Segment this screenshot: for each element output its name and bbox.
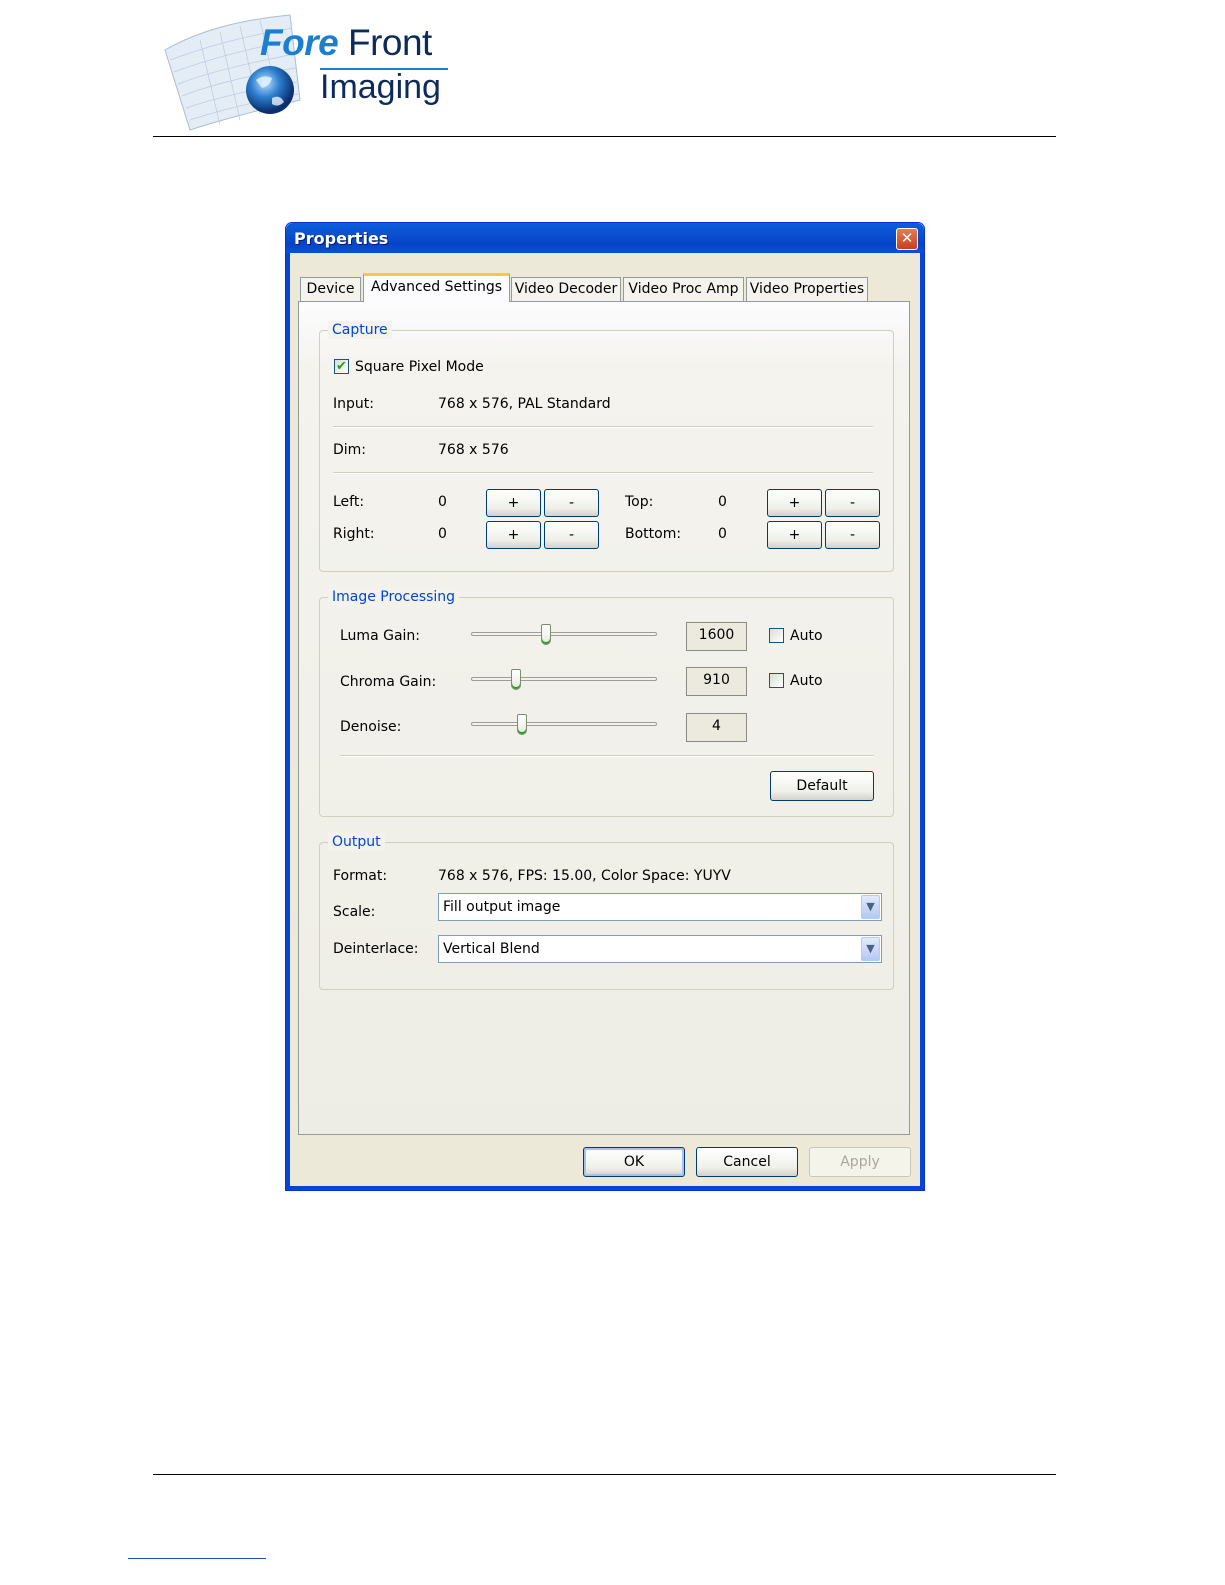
image-processing-separator	[340, 755, 874, 757]
bottom-label: Bottom:	[625, 526, 682, 542]
luma-auto-label: Auto	[790, 628, 823, 644]
right-decrease-button[interactable]: -	[544, 521, 599, 549]
scale-dropdown[interactable]: Fill output image ▼	[438, 893, 882, 921]
square-pixel-mode-checkbox[interactable]: ✔	[334, 359, 349, 374]
default-button[interactable]: Default	[770, 771, 874, 801]
top-increase-button[interactable]: +	[767, 489, 822, 517]
left-label: Left:	[333, 494, 365, 510]
luma-auto-checkbox[interactable]	[769, 628, 784, 643]
bottom-increase-button[interactable]: +	[767, 521, 822, 549]
output-group: Output Format: 768 x 576, FPS: 15.00, Co…	[319, 833, 894, 990]
image-processing-group: Image Processing Luma Gain: 1600 Auto Ch…	[319, 588, 894, 817]
capture-group-title: Capture	[328, 321, 392, 339]
denoise-value: 4	[686, 713, 747, 742]
dim-value: 768 x 576	[438, 442, 509, 458]
dim-label: Dim:	[333, 442, 367, 458]
chroma-gain-value: 910	[686, 667, 747, 696]
logo-word-imaging: Imaging	[320, 68, 441, 106]
forefront-imaging-logo: Fore Front Imaging	[160, 10, 460, 135]
right-increase-button[interactable]: +	[486, 521, 541, 549]
window-frame-right	[920, 253, 924, 1190]
footer-rule	[153, 1474, 1056, 1475]
capture-group: Capture ✔ Square Pixel Mode Input: 768 x…	[319, 321, 894, 572]
luma-gain-label: Luma Gain:	[340, 628, 421, 644]
close-icon: ✕	[900, 229, 914, 247]
top-decrease-button[interactable]: -	[825, 489, 880, 517]
capture-separator-2	[333, 472, 873, 474]
deinterlace-label: Deinterlace:	[333, 941, 419, 957]
tab-video-properties[interactable]: Video Properties	[746, 277, 868, 301]
scale-label: Scale:	[333, 904, 376, 920]
denoise-label: Denoise:	[340, 719, 402, 735]
format-label: Format:	[333, 868, 388, 884]
tab-video-decoder[interactable]: Video Decoder	[511, 277, 621, 301]
header-rule	[153, 136, 1056, 137]
chevron-down-icon[interactable]: ▼	[861, 895, 880, 919]
luma-gain-slider-thumb[interactable]	[541, 624, 552, 645]
cancel-button[interactable]: Cancel	[696, 1147, 798, 1177]
chroma-gain-slider[interactable]	[471, 677, 657, 681]
input-label: Input:	[333, 396, 374, 412]
logo-wordmark-forefront: Fore Front	[260, 22, 432, 64]
bottom-decrease-button[interactable]: -	[825, 521, 880, 549]
tab-advanced-settings[interactable]: Advanced Settings	[363, 273, 510, 302]
tab-device[interactable]: Device	[300, 277, 361, 301]
window-frame-bottom	[286, 1186, 924, 1190]
chroma-auto-label: Auto	[790, 673, 823, 689]
top-label: Top:	[625, 494, 654, 510]
denoise-slider[interactable]	[471, 722, 657, 726]
advanced-settings-panel: Capture ✔ Square Pixel Mode Input: 768 x…	[298, 301, 910, 1135]
top-value: 0	[718, 494, 727, 510]
right-label: Right:	[333, 526, 375, 542]
logo-word-fore: Fore	[260, 22, 339, 63]
ok-button[interactable]: OK	[583, 1147, 685, 1177]
left-value: 0	[438, 494, 447, 510]
image-processing-group-title: Image Processing	[328, 588, 460, 606]
chroma-gain-slider-thumb[interactable]	[511, 669, 522, 690]
deinterlace-selected-value: Vertical Blend	[443, 941, 540, 957]
close-button[interactable]: ✕	[896, 228, 918, 250]
bottom-value: 0	[718, 526, 727, 542]
denoise-slider-thumb[interactable]	[516, 714, 527, 735]
chroma-auto-checkbox[interactable]	[769, 673, 784, 688]
apply-button[interactable]: Apply	[809, 1147, 911, 1177]
tab-video-proc-amp[interactable]: Video Proc Amp	[623, 277, 744, 301]
capture-separator-1	[333, 426, 873, 428]
input-value: 768 x 576, PAL Standard	[438, 396, 611, 412]
scale-selected-value: Fill output image	[443, 899, 561, 915]
window-title: Properties	[294, 229, 389, 248]
right-value: 0	[438, 526, 447, 542]
output-group-title: Output	[328, 833, 385, 851]
left-increase-button[interactable]: +	[486, 489, 541, 517]
format-value: 768 x 576, FPS: 15.00, Color Space: YUYV	[438, 868, 731, 884]
title-bar[interactable]: Properties ✕	[286, 223, 924, 253]
properties-dialog: Properties ✕ Device Advanced Settings Vi…	[285, 222, 925, 1191]
footer-link-underline	[128, 1558, 266, 1559]
deinterlace-dropdown[interactable]: Vertical Blend ▼	[438, 935, 882, 963]
left-decrease-button[interactable]: -	[544, 489, 599, 517]
luma-gain-slider[interactable]	[471, 632, 657, 636]
window-frame-left	[286, 253, 290, 1190]
logo-word-front: Front	[347, 22, 432, 63]
chevron-down-icon[interactable]: ▼	[861, 937, 880, 961]
luma-gain-value: 1600	[686, 622, 747, 651]
chroma-gain-label: Chroma Gain:	[340, 674, 437, 690]
square-pixel-mode-label: Square Pixel Mode	[355, 359, 484, 375]
